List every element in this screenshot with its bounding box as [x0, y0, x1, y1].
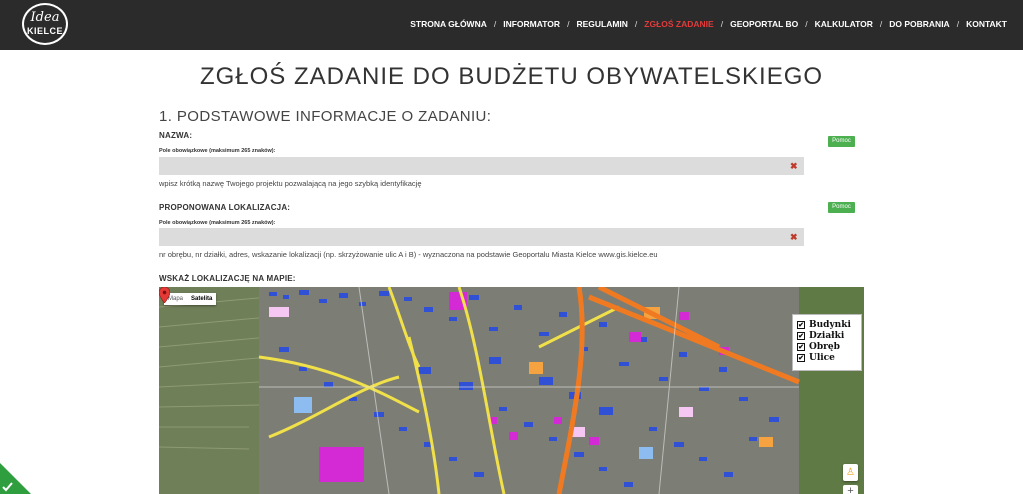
section-title: 1. PODSTAWOWE INFORMACJE O ZADANIU: [159, 108, 492, 125]
name-help-button[interactable]: Pomoc [828, 136, 855, 147]
nav-item-kalkulator[interactable]: KALKULATOR [815, 19, 873, 29]
layer-label: Działki [809, 330, 845, 341]
satellite-imagery [159, 287, 864, 494]
nav-item-do-pobrania[interactable]: DO POBRANIA [889, 19, 949, 29]
nav-item-informator[interactable]: INFORMATOR [503, 19, 560, 29]
nav-separator: / [567, 19, 570, 29]
name-field-label: NAZWA: [159, 131, 193, 140]
location-input[interactable] [159, 228, 804, 246]
logo-text-idea: Idea [30, 10, 60, 25]
nav-separator: / [634, 19, 638, 29]
nav-separator: / [879, 19, 883, 29]
location-field-description: nr obrębu, nr działki, adres, wskazanie … [159, 250, 658, 259]
layer-label: Ulice [809, 352, 835, 363]
nav-separator: / [805, 19, 808, 29]
idea-kielce-logo[interactable]: Idea KIELCE [22, 3, 68, 45]
map-label: WSKAŻ LOKALIZACJĘ NA MAPIE: [159, 274, 296, 283]
nav-item-regulamin[interactable]: REGULAMIN [576, 19, 627, 29]
logo-text-kielce: KIELCE [26, 26, 63, 36]
location-help-button[interactable]: Pomoc [828, 202, 855, 213]
layer-toggle-3[interactable]: ✔ Ulice [797, 352, 861, 363]
location-map[interactable]: Mapa Satelita ✔ Budynki ✔ Działki ✔ Obręb ✔ Uli… [159, 287, 864, 494]
location-clear-icon[interactable]: ✖ [790, 232, 798, 242]
page-title: ZGŁOŚ ZADANIE DO BUDŻETU OBYWATELSKIEGO [199, 63, 824, 90]
name-clear-icon[interactable]: ✖ [790, 161, 798, 171]
nav-separator: / [720, 19, 724, 29]
zoom-in-button[interactable]: + [843, 485, 858, 494]
layer-checkbox-icon[interactable]: ✔ [797, 342, 805, 351]
name-field-hint: Pole obowiązkowe (maksimum 265 znaków): [159, 148, 276, 154]
location-field-label: PROPONOWANA LOKALIZACJA: [159, 203, 291, 212]
top-navigation-bar: Idea KIELCE STRONA GŁÓWNA / INFORMATOR / REG… [0, 0, 1023, 50]
nav-item-kontakt[interactable]: KONTAKT [966, 19, 1007, 29]
street-view-pegman-icon[interactable]: ♙ [843, 464, 858, 481]
layer-toggle-0[interactable]: ✔ Budynki [797, 319, 861, 330]
layer-label: Obręb [809, 341, 840, 352]
map-layers-panel: ✔ Budynki ✔ Działki ✔ Obręb ✔ Ulice [792, 314, 862, 371]
map-type-toggle: Mapa Satelita [164, 293, 217, 305]
nav-item-strona-główna[interactable]: STRONA GŁÓWNA [410, 19, 487, 29]
layer-checkbox-icon[interactable]: ✔ [797, 331, 805, 340]
location-field-hint: Pole obowiązkowe (maksimum 265 znaków): [159, 220, 276, 226]
nav-item-geoportal-bo[interactable]: GEOPORTAL BO [730, 19, 798, 29]
nav-item-zgłoś-zadanie[interactable]: ZGŁOŚ ZADANIE [644, 19, 713, 29]
layer-checkbox-icon[interactable]: ✔ [797, 320, 805, 329]
layer-checkbox-icon[interactable]: ✔ [797, 353, 805, 362]
layer-toggle-1[interactable]: ✔ Działki [797, 330, 861, 341]
nav-separator: / [956, 19, 960, 29]
main-menu: STRONA GŁÓWNA / INFORMATOR / REGULAMIN / ZGŁOŚ… [410, 19, 1007, 29]
map-type-satelita-button[interactable]: Satelita [187, 293, 216, 305]
checkmark-corner-icon [0, 463, 31, 494]
name-input[interactable] [159, 157, 804, 175]
name-field-description: wpisz krótką nazwę Twojego projektu pozw… [159, 179, 422, 188]
layer-toggle-2[interactable]: ✔ Obręb [797, 341, 861, 352]
layer-label: Budynki [809, 319, 851, 330]
nav-separator: / [493, 19, 497, 29]
location-pin-icon[interactable] [159, 287, 170, 303]
